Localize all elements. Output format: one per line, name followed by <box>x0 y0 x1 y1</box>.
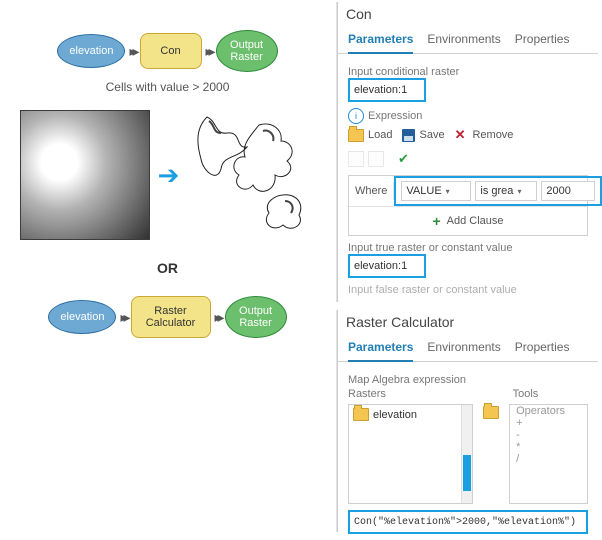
tab-environments[interactable]: Environments <box>427 28 500 53</box>
tab-parameters[interactable]: Parameters <box>348 336 413 362</box>
arrow-right-icon: ➔ <box>158 160 180 191</box>
arrow-icon: ▸▸ <box>215 309 221 326</box>
node-elevation: elevation <box>57 34 125 68</box>
browse-tools-icon[interactable] <box>483 406 499 419</box>
tab-bar: Parameters Environments Properties <box>338 334 598 362</box>
operator-item[interactable]: - <box>510 429 587 441</box>
folder-icon <box>348 129 364 142</box>
input-true-raster[interactable]: elevation:1 <box>348 254 426 278</box>
tools-list[interactable]: Operators + - * / <box>509 404 588 504</box>
cells-caption: Cells with value > 2000 <box>0 80 335 94</box>
info-icon: i <box>348 108 364 124</box>
arrow-icon: ▸▸ <box>206 43 212 60</box>
list-item[interactable]: elevation <box>349 405 472 424</box>
tab-properties[interactable]: Properties <box>515 28 570 53</box>
terrain-raster-image <box>20 110 150 240</box>
con-panel: Con Parameters Environments Properties I… <box>337 2 598 302</box>
sql-toggle-button[interactable] <box>348 151 364 167</box>
expression-label: iExpression <box>348 108 588 124</box>
field-dropdown[interactable]: VALUE▾ <box>401 181 471 201</box>
remove-icon: ✕ <box>455 127 466 143</box>
operator-item[interactable]: + <box>510 417 587 429</box>
operator-item[interactable]: * <box>510 441 587 453</box>
or-separator: OR <box>0 260 335 276</box>
input-conditional-raster[interactable]: elevation:1 <box>348 78 426 102</box>
raster-calculator-panel: Raster Calculator Parameters Environment… <box>337 310 598 532</box>
expression-toolbar: Load Save ✕Remove <box>348 124 588 149</box>
operator-dropdown[interactable]: is grea▾ <box>475 181 537 201</box>
map-algebra-label: Map Algebra expression <box>348 374 588 386</box>
value-input[interactable]: 2000 <box>541 181 595 201</box>
panel-title: Con <box>338 2 598 26</box>
expression-input[interactable]: Con("%elevation%">2000,"%elevation%") <box>348 510 588 534</box>
validate-icon[interactable]: ✔ <box>398 151 409 167</box>
tab-parameters[interactable]: Parameters <box>348 28 413 54</box>
where-label: Where <box>349 182 394 200</box>
clause-builder: Where VALUE▾ is grea▾ 2000 +Add Clause <box>348 175 588 236</box>
input-false-label: Input false raster or constant value <box>348 284 588 296</box>
tab-bar: Parameters Environments Properties <box>338 26 598 54</box>
clause-mode-buttons: ✔ <box>348 149 588 171</box>
tab-properties[interactable]: Properties <box>515 336 570 361</box>
tools-heading: Tools <box>513 388 588 400</box>
filtered-raster-image <box>187 111 315 239</box>
arrow-icon: ▸▸ <box>120 309 126 326</box>
rasters-list[interactable]: elevation <box>348 404 473 504</box>
tab-environments[interactable]: Environments <box>427 336 500 361</box>
image-comparison: ➔ <box>0 110 335 240</box>
add-clause-button[interactable]: +Add Clause <box>349 207 587 235</box>
flow-raster-calc: elevation ▸▸ RasterCalculator ▸▸ OutputR… <box>0 296 335 338</box>
load-button[interactable]: Load <box>348 129 392 142</box>
node-output: OutputRaster <box>216 30 278 72</box>
rasters-heading: Rasters <box>348 388 469 400</box>
raster-layer-icon <box>353 408 369 421</box>
node-raster-calculator: RasterCalculator <box>131 296 211 338</box>
scrollbar[interactable] <box>461 405 472 503</box>
flow-con: elevation ▸▸ Con ▸▸ OutputRaster <box>0 30 335 72</box>
clause-row: VALUE▾ is grea▾ 2000 <box>394 176 602 206</box>
save-button[interactable]: Save <box>402 129 444 142</box>
plus-icon: + <box>432 213 440 229</box>
node-con: Con <box>140 33 202 69</box>
panel-title: Raster Calculator <box>338 310 598 334</box>
node-output: OutputRaster <box>225 296 287 338</box>
clause-toggle-button[interactable] <box>368 151 384 167</box>
save-icon <box>402 129 415 142</box>
input-true-label: Input true raster or constant value <box>348 242 588 254</box>
operators-heading: Operators <box>510 405 587 417</box>
node-elevation: elevation <box>48 300 116 334</box>
input-conditional-label: Input conditional raster <box>348 66 588 78</box>
remove-button[interactable]: ✕Remove <box>455 127 514 143</box>
arrow-icon: ▸▸ <box>129 43 135 60</box>
operator-item[interactable]: / <box>510 453 587 465</box>
